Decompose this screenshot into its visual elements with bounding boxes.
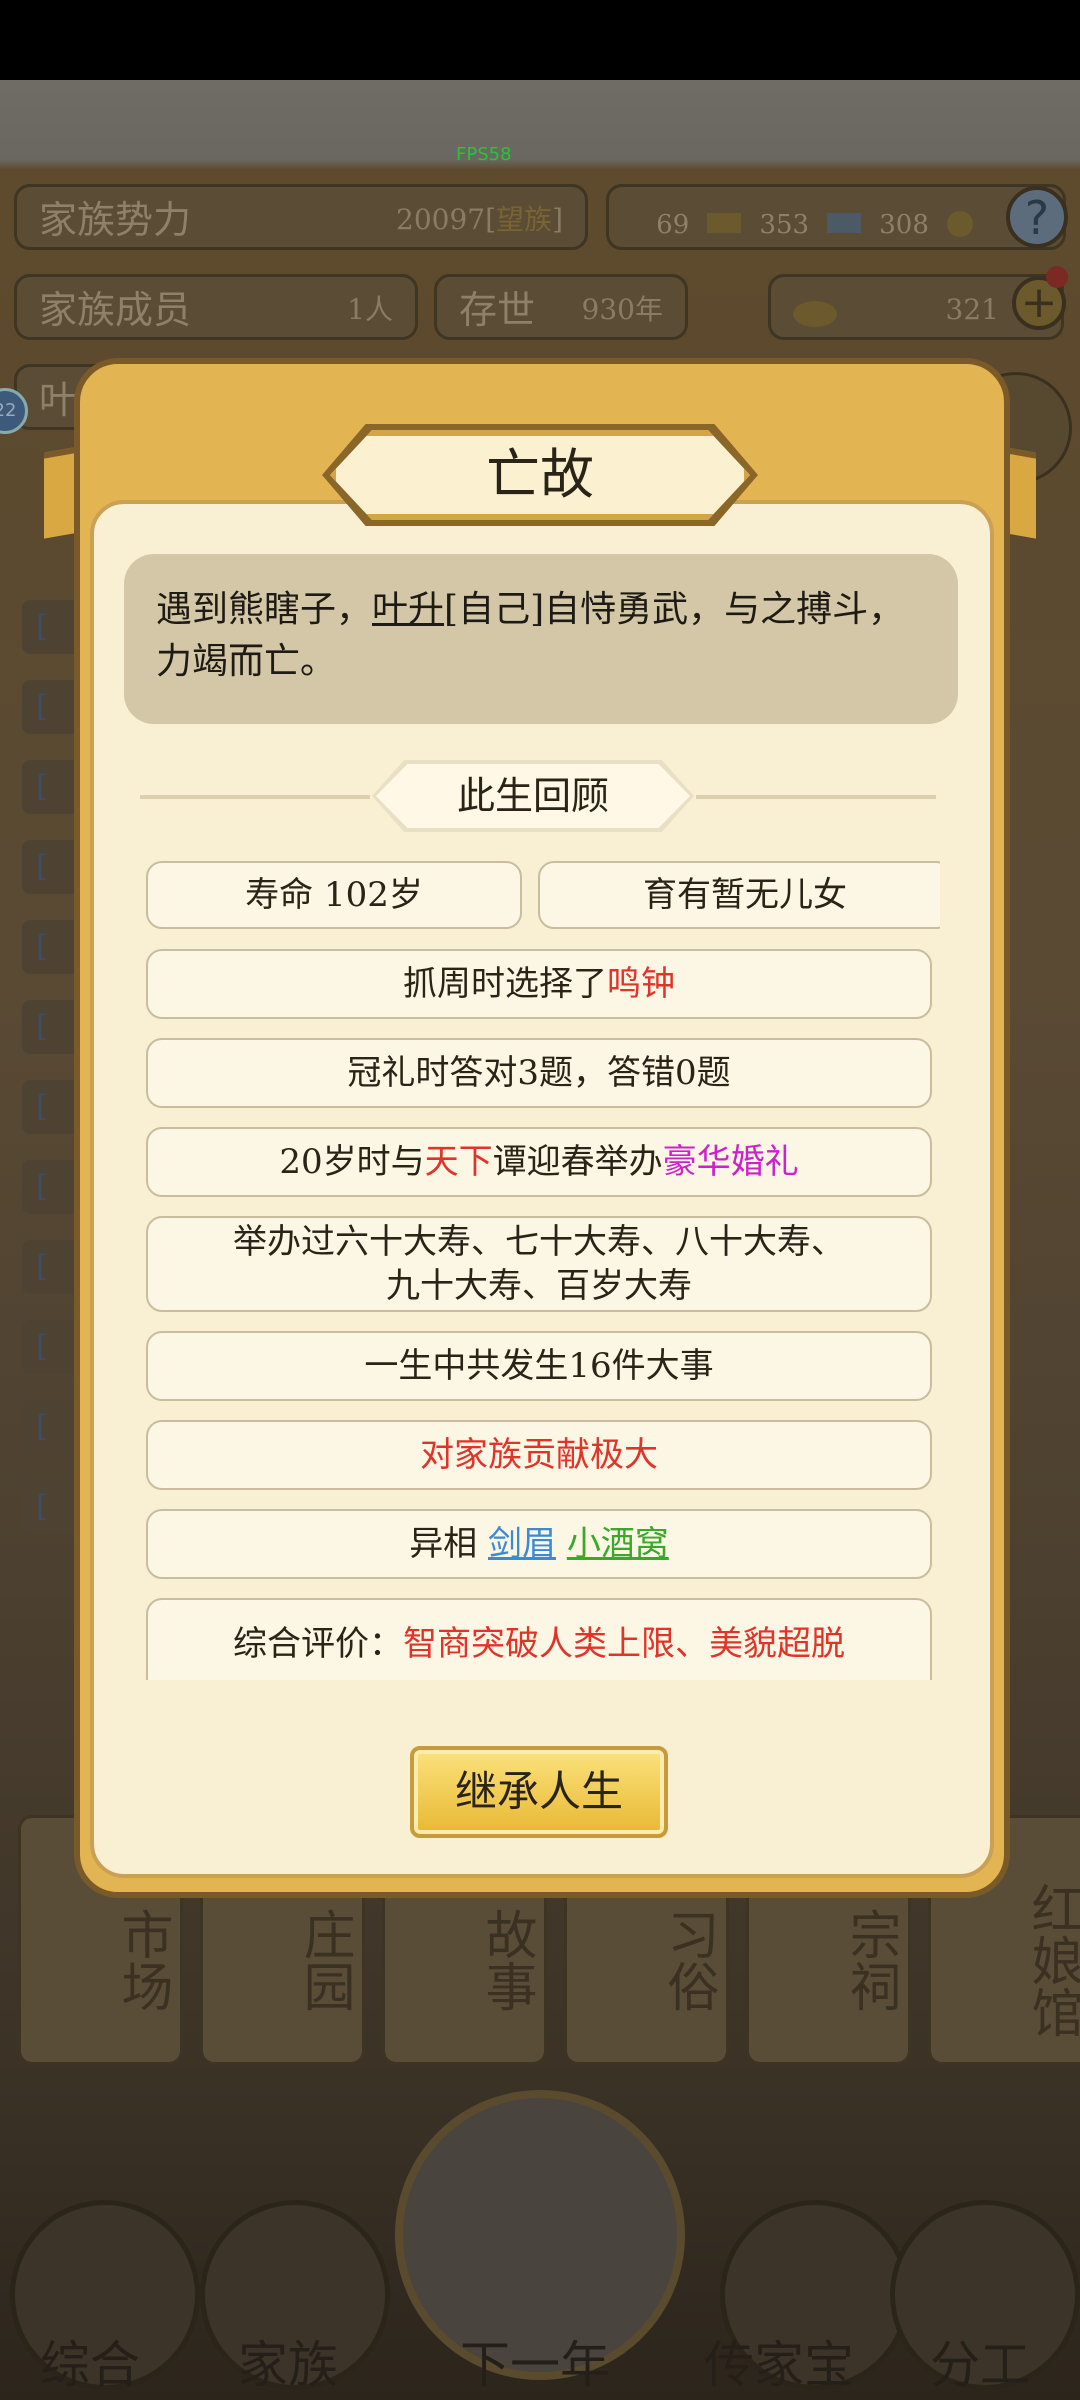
trait-sword-brows-link[interactable]: 剑眉 [488,1524,556,1564]
side-tab[interactable]: [ [22,840,82,894]
family-power-value: 20097[望族] [396,203,563,236]
events-row: 一生中共发生16件大事 [146,1331,932,1401]
side-tab[interactable]: [ [22,760,82,814]
status-bar [0,0,1080,80]
silver-bar-value: 353 [759,210,810,240]
side-tab[interactable]: [ [22,1320,82,1374]
nav-next-year-label: 下一年 [460,2336,610,2394]
nav-division-label: 分工 [930,2336,1030,2394]
fps-counter: FPS58 [456,144,512,165]
gold-bar-value: 69 [656,210,690,240]
coin-value: 308 [879,210,929,240]
members-value: 1人 [347,293,393,326]
dialog-title: 亡故 [330,430,750,520]
side-tab[interactable]: [ [22,920,82,974]
side-tab[interactable]: [ [22,1240,82,1294]
evaluation-row: 综合评价：智商突破人类上限、美貌超脱 [146,1598,932,1680]
years-label: 存世 [459,288,536,332]
trait-dimple-link[interactable]: 小酒窝 [567,1524,669,1564]
notification-dot [1046,266,1068,288]
continue-life-button[interactable]: 继承人生 [410,1746,668,1838]
nav-overview-label: 综合 [40,2336,140,2394]
traits-row: 异相 剑眉 小酒窝 [146,1509,932,1579]
family-power-label: 家族势力 [39,198,192,242]
wedding-row: 20岁时与天下谭迎春举办豪华婚礼 [146,1127,932,1197]
family-power-pill: 家族势力 20097[望族] [14,184,588,250]
ingot-value: 321 [945,293,999,326]
coin-icon [947,210,973,237]
deceased-name-link[interactable]: 叶升 [372,589,444,630]
ingot-icon [793,300,837,327]
side-tab[interactable]: [ [22,600,82,654]
side-tab[interactable]: [ [22,1160,82,1214]
side-tab[interactable]: [ [22,1080,82,1134]
gold-bar-icon [707,213,742,233]
section-divider-left [140,795,370,799]
years-pill: 存世 930年 [434,274,688,340]
side-tab[interactable]: [ [22,1000,82,1054]
life-review-list[interactable]: 寿命 102岁 育有暂无儿女 抓周时选择了鸣钟 冠礼时答对3题，答错0题 20岁… [140,855,940,1680]
birthdays-row: 举办过六十大寿、七十大寿、八十大寿、 九十大寿、百岁大寿 [146,1216,932,1312]
zhuazhou-row: 抓周时选择了鸣钟 [146,949,932,1019]
silver-bar-icon [827,213,862,233]
side-tab[interactable]: [ [22,1480,82,1534]
capping-ceremony-row: 冠礼时答对3题，答错0题 [146,1038,932,1108]
side-tab[interactable]: [ [22,680,82,734]
years-value: 930年 [581,293,663,326]
help-button[interactable]: ? [1006,186,1068,248]
children-row: 育有暂无儿女 [538,861,940,929]
nav-heirloom-label: 传家宝 [704,2336,854,2394]
life-review-heading: 此生回顾 [376,764,690,828]
section-divider-right [696,795,936,799]
death-event-description: 遇到熊瞎子，叶升[自己]自恃勇武，与之搏斗，力竭而亡。 [124,554,958,724]
nav-family-label: 家族 [238,2336,338,2394]
lifespan-row: 寿命 102岁 [146,861,522,929]
members-pill: 家族成员 1人 [14,274,418,340]
members-label: 家族成员 [39,288,192,332]
contribution-row: 对家族贡献极大 [146,1420,932,1490]
resources-pill: 69 353 308 [606,184,1066,250]
side-tab[interactable]: [ [22,1400,82,1454]
